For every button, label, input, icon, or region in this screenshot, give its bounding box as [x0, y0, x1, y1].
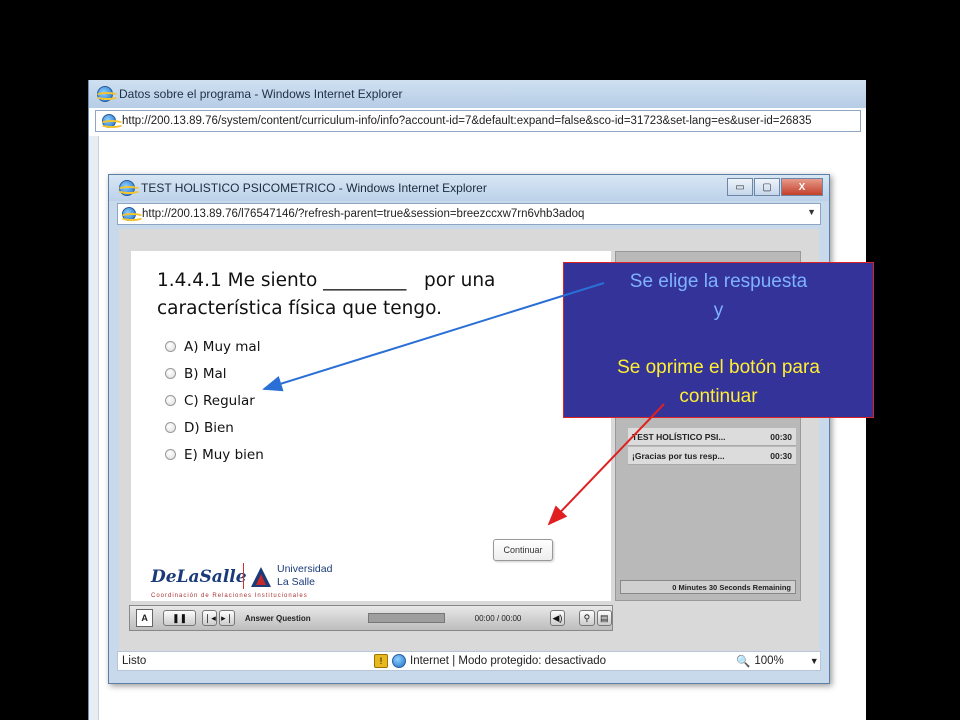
- window-controls: ▭ ▢ X: [727, 178, 823, 196]
- question-line-2: característica física que tengo.: [157, 298, 442, 319]
- attachment-icon[interactable]: ⚲: [579, 610, 595, 626]
- previous-button[interactable]: ❘◂: [202, 610, 218, 626]
- player-controls: A ❚❚ ❘◂ ▸❘ Answer Question 00:00 / 00:00…: [129, 605, 613, 631]
- quiz-slide: 1.4.4.1 Me siento _________ por una cara…: [131, 251, 611, 601]
- maximize-button[interactable]: ▢: [754, 178, 780, 196]
- security-warning-icon: !: [374, 654, 388, 668]
- zoom-value: 100%: [754, 655, 784, 667]
- lasalle-star-icon: [251, 567, 271, 587]
- outer-title-bar: Datos sobre el programa - Windows Intern…: [89, 80, 866, 108]
- outer-window-title: Datos sobre el programa - Windows Intern…: [119, 87, 403, 101]
- university-line-2: La Salle: [277, 576, 315, 588]
- globe-icon: [392, 654, 406, 668]
- radio-button[interactable]: [165, 449, 176, 460]
- answer-option-d[interactable]: D) Bien: [165, 414, 264, 441]
- toc-item-time: 00:30: [770, 431, 792, 442]
- outer-address-bar[interactable]: http://200.13.89.76/system/content/curri…: [95, 110, 861, 132]
- callout-line-1: Se elige la respuesta: [629, 271, 808, 292]
- ie-logo-icon: [117, 180, 141, 196]
- toc-item[interactable]: TEST HOLÍSTICO PSI... 00:30: [628, 428, 796, 446]
- inner-title-bar: TEST HOLISTICO PSICOMETRICO - Windows In…: [109, 175, 829, 201]
- answer-label: A) Muy mal: [184, 338, 261, 355]
- outer-url: http://200.13.89.76/system/content/curri…: [122, 115, 812, 127]
- answer-label: B) Mal: [184, 365, 227, 382]
- progress-bar[interactable]: [367, 613, 445, 623]
- answer-label: E) Muy bien: [184, 446, 264, 463]
- answer-option-e[interactable]: E) Muy bien: [165, 441, 264, 468]
- callout-line-4: continuar: [679, 386, 758, 407]
- logo-divider: [243, 563, 244, 589]
- question-text: 1.4.4.1 Me siento _________ por una cara…: [157, 267, 597, 323]
- coordination-text: Coordinación de Relaciones Institucional…: [151, 593, 308, 599]
- delasalle-wordmark: DeLaSalle: [151, 567, 247, 587]
- zoom-control[interactable]: 🔍 100% ▼: [736, 654, 819, 668]
- status-ready-text: Listo: [122, 655, 147, 667]
- toc-item-time: 00:30: [770, 450, 792, 461]
- time-remaining: 0 Minutes 30 Seconds Remaining: [620, 580, 796, 594]
- security-zone[interactable]: ! Internet | Modo protegido: desactivado: [374, 654, 606, 668]
- menu-icon[interactable]: ▤: [596, 610, 613, 626]
- university-line-1: Universidad: [277, 563, 333, 575]
- volume-icon[interactable]: ◀): [549, 610, 566, 626]
- outer-side-strip: [89, 136, 99, 720]
- next-button[interactable]: ▸❘: [219, 610, 235, 626]
- minimize-button[interactable]: ▭: [727, 178, 753, 196]
- radio-button[interactable]: [165, 395, 176, 406]
- inner-browser-window: TEST HOLISTICO PSICOMETRICO - Windows In…: [108, 174, 830, 684]
- callout-line-3: Se oprime el botón para: [617, 357, 820, 378]
- player-status: Answer Question: [244, 613, 311, 623]
- question-line-1: 1.4.4.1 Me siento _________ por una: [157, 270, 496, 291]
- university-name: Universidad La Salle: [277, 563, 332, 589]
- inner-url: http://200.13.89.76/l76547146/?refresh-p…: [142, 208, 585, 220]
- status-bar: Listo ! Internet | Modo protegido: desac…: [117, 651, 821, 671]
- answer-option-a[interactable]: A) Muy mal: [165, 333, 264, 360]
- chevron-down-icon[interactable]: ▼: [810, 656, 819, 666]
- answer-list: A) Muy mal B) Mal C) Regular D) Bien E) …: [165, 333, 264, 468]
- ie-logo-icon: [95, 86, 119, 102]
- pause-button[interactable]: ❚❚: [163, 610, 197, 626]
- inner-address-bar[interactable]: http://200.13.89.76/l76547146/?refresh-p…: [117, 203, 821, 225]
- continue-button[interactable]: Continuar: [493, 539, 553, 561]
- toc-item[interactable]: ¡Gracias por tus resp... 00:30: [628, 447, 796, 465]
- chevron-down-icon[interactable]: ▼: [807, 207, 816, 217]
- answer-option-c[interactable]: C) Regular: [165, 387, 264, 414]
- player-time: 00:00 / 00:00: [474, 613, 522, 623]
- page-icon: [100, 114, 124, 128]
- answer-label: D) Bien: [184, 419, 234, 436]
- page-icon: [120, 207, 144, 221]
- inner-window-title: TEST HOLISTICO PSICOMETRICO - Windows In…: [141, 181, 487, 195]
- toc-item-title: ¡Gracias por tus resp...: [632, 450, 725, 461]
- answer-option-b[interactable]: B) Mal: [165, 360, 264, 387]
- callout-line-2: y: [713, 300, 724, 321]
- delasalle-logo: DeLaSalle Universidad La Salle Coordinac…: [151, 561, 371, 605]
- zoom-icon: 🔍: [736, 656, 751, 668]
- zone-text: Internet | Modo protegido: desactivado: [410, 655, 607, 667]
- radio-button[interactable]: [165, 368, 176, 379]
- close-button[interactable]: X: [781, 178, 823, 196]
- radio-button[interactable]: [165, 422, 176, 433]
- answer-label: C) Regular: [184, 392, 255, 409]
- radio-button[interactable]: [165, 341, 176, 352]
- instruction-callout: Se elige la respuesta y Se oprime el bot…: [563, 262, 874, 418]
- adobe-logo-icon: A: [136, 609, 154, 627]
- toc-item-title: TEST HOLÍSTICO PSI...: [632, 431, 726, 442]
